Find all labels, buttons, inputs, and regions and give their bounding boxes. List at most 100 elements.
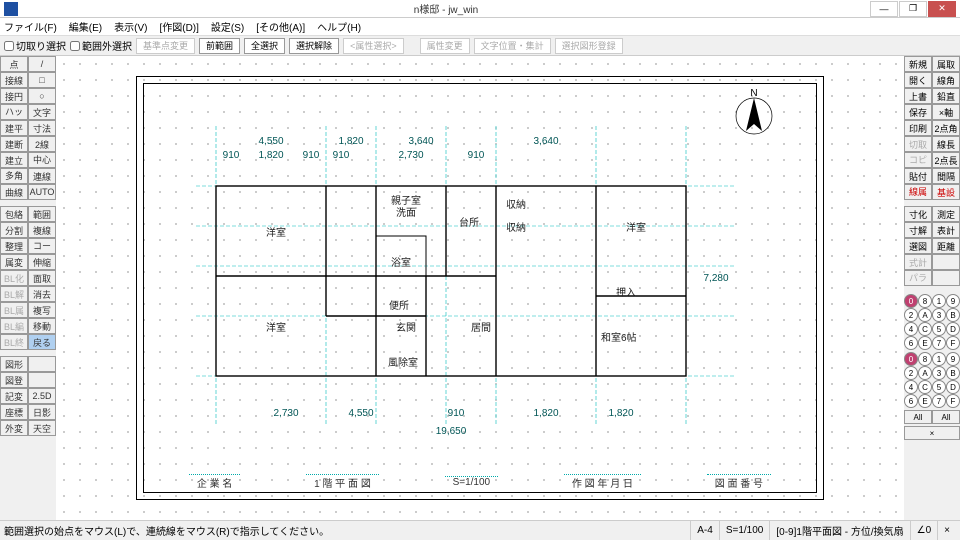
status-layer[interactable]: [0-9]1階平面図 - 方位/換気扇 bbox=[769, 521, 909, 540]
layer-6[interactable]: 6 bbox=[904, 336, 918, 350]
layer-1[interactable]: 1 bbox=[932, 294, 946, 308]
right-tool-8-1[interactable]: 基設 bbox=[932, 184, 960, 200]
left-tool-4-1[interactable]: 寸法 bbox=[28, 120, 56, 136]
layer-5[interactable]: 5 bbox=[932, 322, 946, 336]
left-tool-16-0[interactable]: BL編 bbox=[0, 318, 28, 334]
left-tool-15-1[interactable]: 複写 bbox=[28, 302, 56, 318]
right-tool-11-0[interactable]: 選図 bbox=[904, 238, 932, 254]
left-tool-10-1[interactable]: 複線 bbox=[28, 222, 56, 238]
left-tool-3-0[interactable]: ハッチ bbox=[0, 104, 28, 120]
left-tool-18-0[interactable]: 図形 bbox=[0, 356, 28, 372]
left-tool-12-1[interactable]: 伸縮 bbox=[28, 254, 56, 270]
menu-help[interactable]: ヘルプ(H) bbox=[317, 19, 361, 34]
right-tool-10-1[interactable]: 表計 bbox=[932, 222, 960, 238]
left-tool-7-0[interactable]: 多角形 bbox=[0, 168, 28, 184]
layer-9[interactable]: 9 bbox=[946, 294, 960, 308]
right-tool-9-1[interactable]: 測定 bbox=[932, 206, 960, 222]
layer-2[interactable]: 2 bbox=[904, 308, 918, 322]
left-tool-14-1[interactable]: 消去 bbox=[28, 286, 56, 302]
right-tool-3-1[interactable]: ×軸 bbox=[932, 104, 960, 120]
left-tool-5-0[interactable]: 建断 bbox=[0, 136, 28, 152]
left-tool-9-0[interactable]: 包絡 bbox=[0, 206, 28, 222]
right-tool-0-1[interactable]: 属取 bbox=[932, 56, 960, 72]
left-tool-14-0[interactable]: BL解 bbox=[0, 286, 28, 302]
left-tool-12-0[interactable]: 属変 bbox=[0, 254, 28, 270]
right-tool-9-0[interactable]: 寸化 bbox=[904, 206, 932, 222]
layer-6[interactable]: 6 bbox=[904, 394, 918, 408]
right-tool-6-1[interactable]: 2点長 bbox=[932, 152, 960, 168]
right-tool-5-0[interactable]: 切取 bbox=[904, 136, 932, 152]
left-tool-2-0[interactable]: 接円 bbox=[0, 88, 28, 104]
left-tool-3-1[interactable]: 文字 bbox=[28, 104, 56, 120]
left-tool-9-1[interactable]: 範囲 bbox=[28, 206, 56, 222]
right-tool-0-0[interactable]: 新規 bbox=[904, 56, 932, 72]
left-tool-6-0[interactable]: 建立 bbox=[0, 152, 28, 168]
left-tool-19-0[interactable]: 図登 bbox=[0, 372, 28, 388]
left-tool-15-0[interactable]: BL属 bbox=[0, 302, 28, 318]
layer-7[interactable]: 7 bbox=[932, 336, 946, 350]
right-tool-3-0[interactable]: 保存 bbox=[904, 104, 932, 120]
right-tool-12-1[interactable] bbox=[932, 254, 960, 270]
left-tool-13-0[interactable]: BL化 bbox=[0, 270, 28, 286]
layer-7[interactable]: 7 bbox=[932, 394, 946, 408]
menu-draw[interactable]: [作図(D)] bbox=[159, 19, 198, 34]
opt-text-pos[interactable]: 文字位置・集計 bbox=[474, 38, 551, 54]
menu-view[interactable]: 表示(V) bbox=[114, 19, 147, 34]
opt-select-all[interactable]: 全選択 bbox=[244, 38, 285, 54]
opt-cut-select[interactable]: 切取り選択 bbox=[4, 38, 66, 53]
left-tool-1-0[interactable]: 接線 bbox=[0, 72, 28, 88]
opt-deselect[interactable]: 選択解除 bbox=[289, 38, 339, 54]
right-tool-11-1[interactable]: 距離 bbox=[932, 238, 960, 254]
left-tool-6-1[interactable]: 中心線 bbox=[28, 152, 56, 168]
right-tool-1-1[interactable]: 線角 bbox=[932, 72, 960, 88]
left-tool-8-0[interactable]: 曲線 bbox=[0, 184, 28, 200]
layer-all[interactable]: All bbox=[932, 410, 960, 424]
layer-E[interactable]: E bbox=[918, 394, 932, 408]
layer-F[interactable]: F bbox=[946, 336, 960, 350]
layer-8[interactable]: 8 bbox=[918, 294, 932, 308]
opt-basepoint[interactable]: 基準点変更 bbox=[136, 38, 195, 54]
right-tool-5-1[interactable]: 線長 bbox=[932, 136, 960, 152]
left-tool-20-0[interactable]: 記変 bbox=[0, 388, 28, 404]
layer-B[interactable]: B bbox=[946, 308, 960, 322]
layer-x[interactable]: × bbox=[904, 426, 960, 440]
layer-A[interactable]: A bbox=[918, 366, 932, 380]
left-tool-17-0[interactable]: BL終 bbox=[0, 334, 28, 350]
menu-settings[interactable]: 設定(S) bbox=[211, 19, 244, 34]
left-tool-22-1[interactable]: 天空 bbox=[28, 420, 56, 436]
left-tool-0-0[interactable]: 点 bbox=[0, 56, 28, 72]
right-tool-13-1[interactable] bbox=[932, 270, 960, 286]
left-tool-7-1[interactable]: 連線 bbox=[28, 168, 56, 184]
right-tool-2-1[interactable]: 鉛直 bbox=[932, 88, 960, 104]
minimize-button[interactable]: — bbox=[870, 1, 898, 17]
right-tool-13-0[interactable]: パラメ bbox=[904, 270, 932, 286]
menu-edit[interactable]: 編集(E) bbox=[69, 19, 102, 34]
left-tool-11-1[interactable]: コーナー bbox=[28, 238, 56, 254]
layer-1[interactable]: 1 bbox=[932, 352, 946, 366]
layer-F[interactable]: F bbox=[946, 394, 960, 408]
right-tool-1-0[interactable]: 開く bbox=[904, 72, 932, 88]
left-tool-13-1[interactable]: 面取 bbox=[28, 270, 56, 286]
layer-5[interactable]: 5 bbox=[932, 380, 946, 394]
right-tool-6-0[interactable]: コピー bbox=[904, 152, 932, 168]
left-tool-5-1[interactable]: 2線 bbox=[28, 136, 56, 152]
left-tool-4-0[interactable]: 建平 bbox=[0, 120, 28, 136]
layer-all[interactable]: All bbox=[904, 410, 932, 424]
layer-9[interactable]: 9 bbox=[946, 352, 960, 366]
maximize-button[interactable]: ❐ bbox=[899, 1, 927, 17]
left-tool-20-1[interactable]: 2.5D bbox=[28, 388, 56, 404]
right-tool-7-1[interactable]: 間隔 bbox=[932, 168, 960, 184]
left-tool-2-1[interactable]: ○ bbox=[28, 88, 56, 104]
layer-0[interactable]: 0 bbox=[904, 352, 918, 366]
left-tool-18-1[interactable] bbox=[28, 356, 56, 372]
opt-prev-range[interactable]: 前範囲 bbox=[199, 38, 240, 54]
layer-A[interactable]: A bbox=[918, 308, 932, 322]
right-tool-12-0[interactable]: 式計 bbox=[904, 254, 932, 270]
layer-D[interactable]: D bbox=[946, 380, 960, 394]
layer-B[interactable]: B bbox=[946, 366, 960, 380]
opt-register[interactable]: 選択図形登録 bbox=[555, 38, 623, 54]
right-tool-4-1[interactable]: 2点角 bbox=[932, 120, 960, 136]
layer-2[interactable]: 2 bbox=[904, 366, 918, 380]
close-button[interactable]: ✕ bbox=[928, 1, 956, 17]
layer-8[interactable]: 8 bbox=[918, 352, 932, 366]
